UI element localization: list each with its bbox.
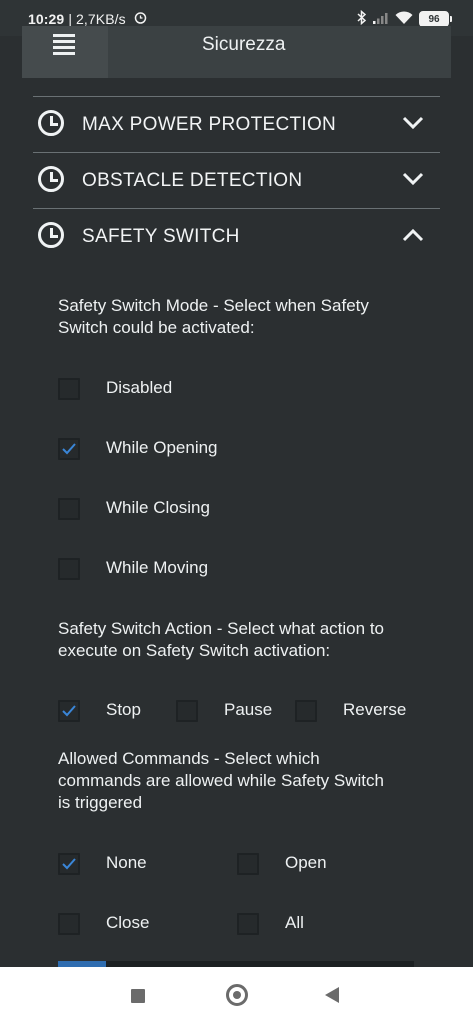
section-obstacle-detection[interactable]: OBSTACLE DETECTION [33, 152, 440, 209]
clock-icon [38, 222, 64, 248]
check-icon [62, 858, 76, 870]
section-label: OBSTACLE DETECTION [82, 170, 303, 191]
network-speed: | 2,7KB/s [68, 11, 126, 27]
section-max-power-protection[interactable]: MAX POWER PROTECTION [33, 96, 440, 153]
checkbox-label: Close [106, 913, 150, 932]
app-header: Sicurezza [22, 26, 451, 78]
status-time: 10:29 [28, 11, 65, 27]
action-description: Safety Switch Action - Select what actio… [58, 618, 384, 662]
mode-description-line: Switch could be activated: [58, 318, 255, 337]
checkbox-disabled[interactable] [58, 378, 80, 400]
section-label: MAX POWER PROTECTION [82, 114, 337, 135]
home-icon[interactable] [226, 984, 248, 1006]
menu-button[interactable] [22, 26, 108, 78]
back-icon[interactable] [325, 987, 339, 1003]
wifi-icon [395, 10, 413, 28]
chevron-down-icon [402, 172, 424, 186]
checkbox-label: While Moving [106, 558, 209, 577]
system-nav-bar [0, 967, 473, 1024]
checkbox-label: Disabled [106, 378, 173, 397]
checkbox-label: Reverse [343, 700, 407, 719]
chevron-up-icon [402, 228, 424, 242]
chevron-down-icon [402, 116, 424, 130]
checkbox-close[interactable] [58, 913, 80, 935]
checkbox-open[interactable] [237, 853, 259, 875]
recents-icon[interactable] [131, 989, 145, 1003]
mode-description: Safety Switch Mode - Select when Safety … [58, 295, 369, 339]
checkbox-reverse[interactable] [295, 700, 317, 722]
signal-icon [373, 11, 389, 27]
battery-icon: 96 [419, 11, 452, 27]
action-description-line: execute on Safety Switch activation: [58, 641, 331, 660]
checkbox-all[interactable] [237, 913, 259, 935]
section-label: SAFETY SWITCH [82, 226, 240, 247]
menu-icon [53, 34, 75, 55]
mode-description-line: Safety Switch Mode - Select when Safety [58, 296, 369, 315]
checkbox-label: Open [285, 853, 327, 872]
commands-description-line: Allowed Commands - Select which [58, 749, 320, 768]
checkbox-stop[interactable] [58, 700, 80, 722]
checkbox-label: None [106, 853, 147, 872]
check-icon [62, 443, 76, 455]
checkbox-label: All [285, 913, 304, 932]
commands-description-line: commands are allowed while Safety Switch [58, 771, 384, 790]
checkbox-label: While Closing [106, 498, 210, 517]
checkbox-while-closing[interactable] [58, 498, 80, 520]
section-safety-switch[interactable]: SAFETY SWITCH [33, 208, 440, 265]
status-time-group: 10:29 | 2,7KB/s [28, 11, 147, 27]
clock-icon [38, 166, 64, 192]
checkbox-label: Pause [224, 700, 273, 719]
commands-description-line: is triggered [58, 793, 143, 812]
checkbox-while-opening[interactable] [58, 438, 80, 460]
check-icon [62, 705, 76, 717]
page-title: Sicurezza [202, 34, 286, 55]
alarm-icon [134, 11, 147, 27]
checkbox-while-moving[interactable] [58, 558, 80, 580]
clock-icon [38, 110, 64, 136]
commands-description: Allowed Commands - Select which commands… [58, 748, 384, 814]
action-description-line: Safety Switch Action - Select what actio… [58, 619, 384, 638]
battery-level: 96 [428, 13, 440, 25]
checkbox-pause[interactable] [176, 700, 198, 722]
checkbox-label: Stop [106, 700, 141, 719]
checkbox-label: While Opening [106, 438, 218, 457]
checkbox-none[interactable] [58, 853, 80, 875]
